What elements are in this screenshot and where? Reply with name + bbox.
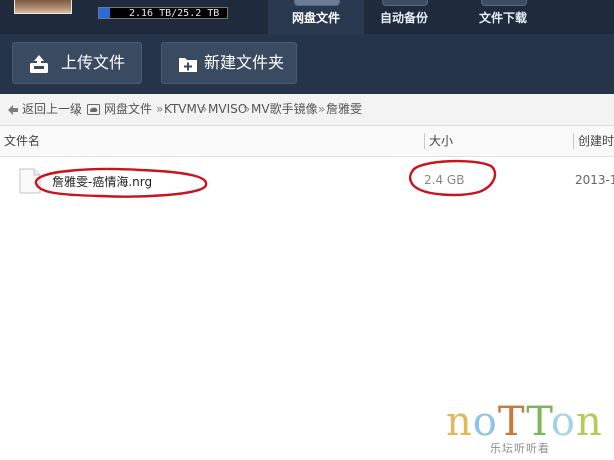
tab-file-download[interactable]: 文件下载 <box>455 0 551 34</box>
upload-icon <box>30 55 48 73</box>
annotation-ellipse-filename <box>34 167 208 198</box>
watermark-letter: o <box>472 399 498 445</box>
download-icon <box>481 0 527 6</box>
upload-button[interactable]: 上传文件 <box>12 42 142 84</box>
upload-label: 上传文件 <box>61 53 126 72</box>
cloud-folder-icon <box>294 0 340 6</box>
quota-text: 2.16 TB/25.2 TB <box>129 8 220 19</box>
watermark-text: noTTon <box>446 398 603 446</box>
column-header-size[interactable]: 大小 <box>429 126 453 156</box>
watermark-letter: n <box>446 399 473 445</box>
breadcrumb-item-mv-singer[interactable]: MV歌手镜像 <box>251 94 318 125</box>
column-divider[interactable] <box>424 133 425 149</box>
backup-icon <box>382 0 428 6</box>
column-header-row: 文件名 大小 创建时 <box>0 126 614 157</box>
breadcrumb-item-root[interactable]: 网盘文件 <box>104 94 152 125</box>
breadcrumb-sep: » <box>318 102 326 116</box>
new-folder-button[interactable]: 新建文件夹 <box>161 42 297 84</box>
column-header-name[interactable]: 文件名 <box>4 126 40 156</box>
breadcrumb: 返回上一级 | 网盘文件 » KTVMV » MVISO » MV歌手镜像 » … <box>0 94 614 126</box>
watermark-letter: o <box>550 399 576 445</box>
breadcrumb-sep: » <box>156 102 164 116</box>
new-folder-label: 新建文件夹 <box>204 53 285 72</box>
quota-fill <box>99 8 110 18</box>
breadcrumb-item-ktvmv[interactable]: KTVMV <box>164 94 205 125</box>
avatar[interactable] <box>14 0 72 14</box>
tab-label: 网盘文件 <box>291 11 340 25</box>
breadcrumb-item-mviso[interactable]: MVISO <box>208 94 247 125</box>
watermark-subtext: 乐坛听听看 <box>490 442 550 455</box>
breadcrumb-sep: » <box>243 102 251 116</box>
back-arrow-icon <box>8 105 18 115</box>
watermark-letter: T <box>497 399 527 445</box>
annotation-ellipse-size <box>409 159 497 197</box>
tab-label: 自动备份 <box>379 11 428 25</box>
watermark-letter: T <box>526 399 551 445</box>
toolbar: 上传文件 新建文件夹 <box>0 34 614 94</box>
top-bar: 2.16 TB/25.2 TB 网盘文件 自动备份 文件下载 <box>0 0 614 34</box>
breadcrumb-sep: » <box>200 102 208 116</box>
tab-auto-backup[interactable]: 自动备份 <box>356 0 452 34</box>
column-divider[interactable] <box>573 133 574 149</box>
back-link[interactable]: 返回上一级 <box>22 94 82 125</box>
watermark-logo: noTTon 乐坛听听看 <box>440 398 610 456</box>
breadcrumb-divider: | <box>75 102 80 116</box>
watermark-letter: n <box>575 399 603 445</box>
new-folder-icon <box>179 58 197 72</box>
breadcrumb-item-current: 詹雅雯 <box>326 102 363 116</box>
drive-icon <box>87 104 100 115</box>
tab-cloud-files[interactable]: 网盘文件 <box>268 0 364 34</box>
storage-quota-bar: 2.16 TB/25.2 TB <box>98 7 228 19</box>
file-created-date: 2013-1 <box>575 173 614 187</box>
column-header-created[interactable]: 创建时 <box>578 126 614 156</box>
tab-label: 文件下载 <box>478 11 527 25</box>
